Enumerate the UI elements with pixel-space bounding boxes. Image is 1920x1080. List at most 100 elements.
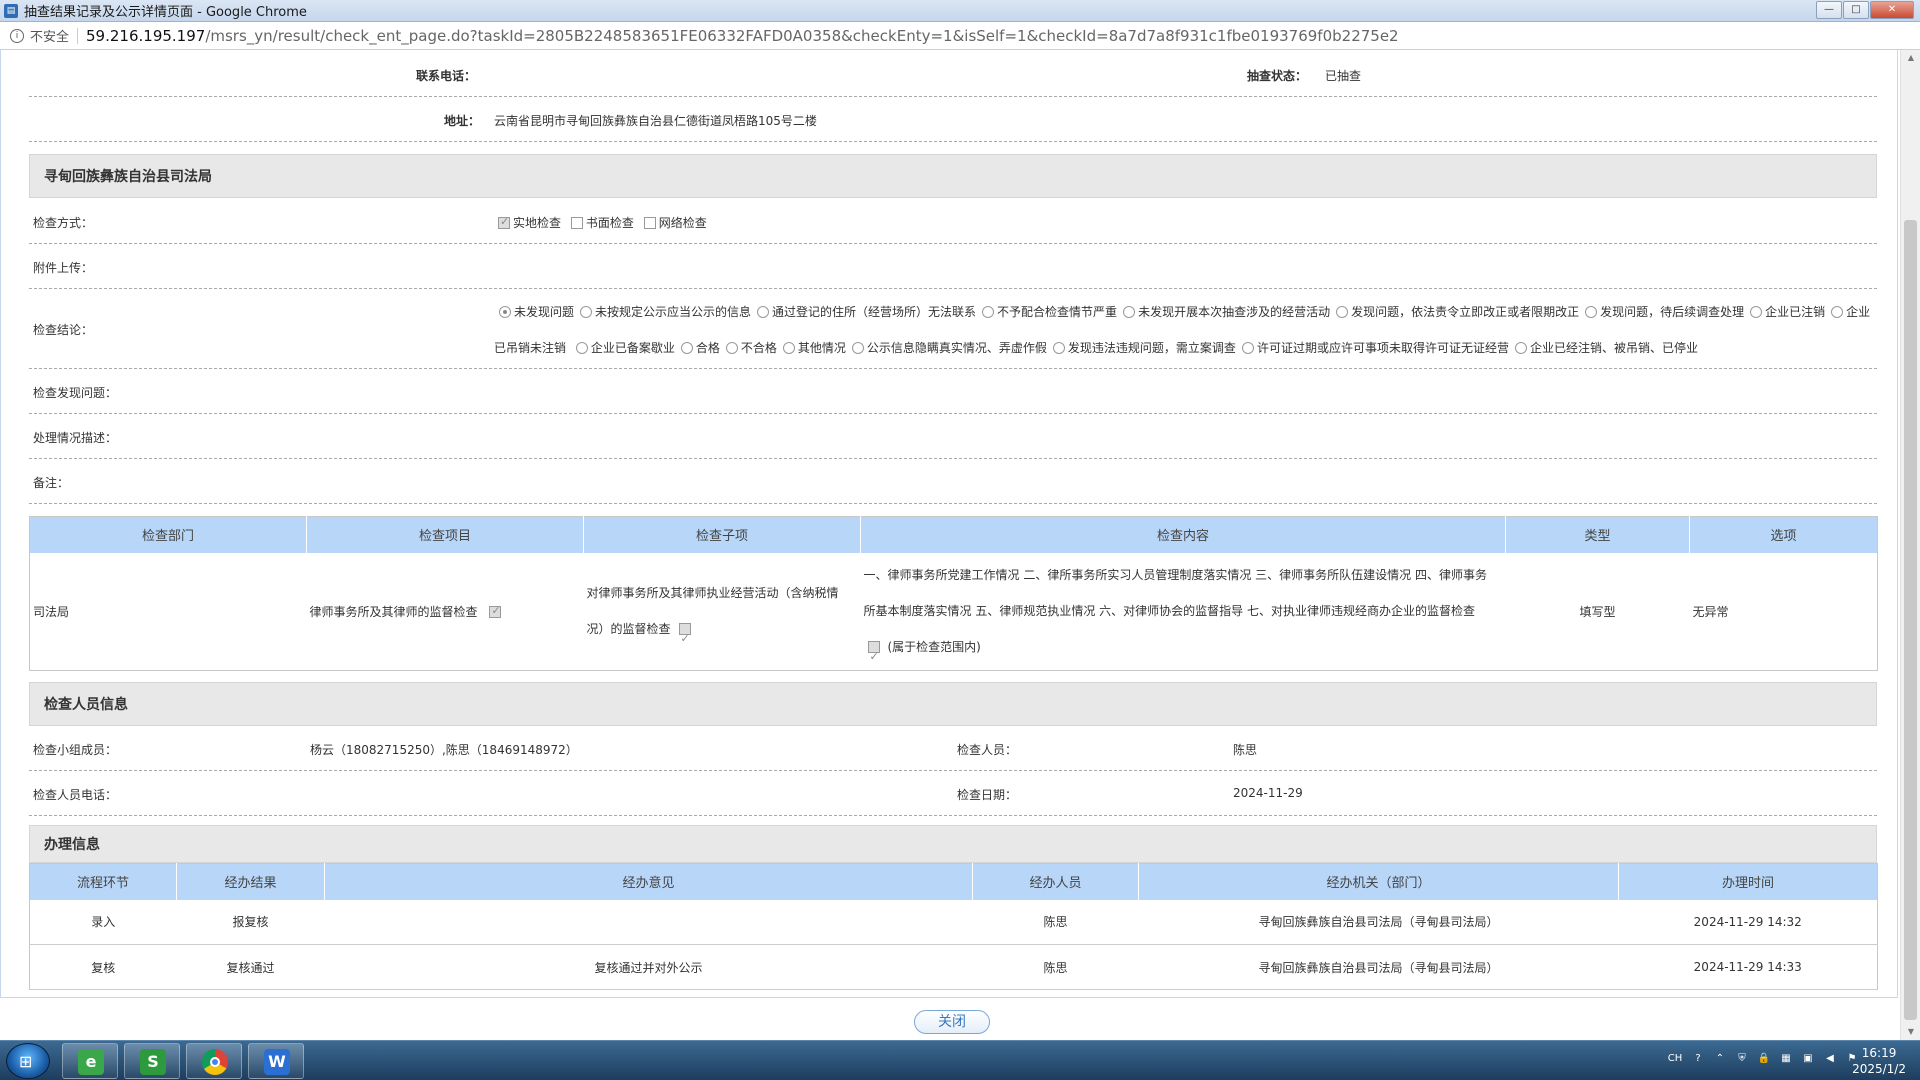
conclusion-option[interactable]: 许可证过期或应许可事项未取得许可证无证经营 [1241, 339, 1509, 356]
conclusion-option[interactable]: 合格 [680, 339, 720, 356]
wps-sheet-icon: S [140, 1049, 166, 1075]
taskbar-app-button[interactable]: W [248, 1043, 304, 1079]
conclusion-option-label: 企业已备案歇业 [590, 341, 675, 355]
cell-result: 报复核 [176, 899, 325, 945]
page-scrollbar[interactable]: ▲ ▼ [1900, 50, 1920, 1040]
conclusion-option[interactable]: 发现问题，依法责令立即改正或者限期改正 [1336, 303, 1579, 320]
radio-icon[interactable] [1052, 342, 1065, 354]
radio-icon[interactable] [1514, 342, 1527, 354]
method-online[interactable]: 网络检查 [643, 214, 707, 231]
conclusion-option[interactable]: 公示信息隐瞒真实情况、弄虚作假 [851, 339, 1047, 356]
cell-content: 一、律师事务所党建工作情况 二、律所事务所实习人员管理制度落实情况 三、律师事务… [861, 553, 1506, 675]
cell-step: 录入 [29, 899, 177, 945]
check-table-header: 检查部门 检查项目 检查子项 检查内容 类型 选项 [29, 516, 1878, 553]
radio-icon[interactable] [575, 342, 588, 354]
radio-icon[interactable] [1831, 306, 1844, 318]
address-separator [77, 27, 79, 44]
conclusion-option[interactable]: 企业已经注销、被吊销、已停业 [1514, 339, 1698, 356]
scrollbar-thumb[interactable] [1904, 220, 1917, 1020]
checkbox-checked-icon[interactable] [489, 604, 502, 618]
network-icon[interactable]: ▦ [1778, 1051, 1794, 1067]
maximize-button[interactable]: □ [1843, 1, 1869, 19]
th-content: 检查内容 [860, 516, 1506, 553]
conclusion-option[interactable]: 未发现开展本次抽查涉及的经营活动 [1123, 303, 1330, 320]
taskbar-app-button[interactable]: S [124, 1043, 180, 1079]
conclusion-option[interactable]: 不予配合检查情节严重 [982, 303, 1117, 320]
url-host[interactable]: 59.216.195.197 [86, 27, 205, 45]
checkbox-checked-icon[interactable] [867, 639, 880, 675]
handling-desc-label: 处理情况描述： [33, 431, 118, 445]
scroll-up-icon[interactable]: ▲ [1901, 50, 1920, 66]
radio-icon[interactable] [851, 342, 864, 354]
conclusion-option[interactable]: 不合格 [725, 339, 777, 356]
tray-expand-icon[interactable]: ⌃ [1712, 1051, 1728, 1067]
lock-icon[interactable]: 🔒 [1756, 1051, 1772, 1067]
language-indicator[interactable]: CH [1666, 1051, 1684, 1067]
help-icon[interactable]: ? [1690, 1051, 1706, 1067]
radio-icon[interactable] [782, 342, 795, 354]
status-value: 已抽查 [1325, 69, 1362, 83]
radio-icon[interactable] [982, 306, 995, 318]
close-window-button[interactable]: ✕ [1870, 1, 1914, 19]
remark-row: 备注： [29, 459, 1877, 504]
handling-table-header: 流程环节 经办结果 经办意见 经办人员 经办机关（部门） 办理时间 [29, 863, 1878, 900]
conclusion-option[interactable]: 其他情况 [782, 339, 846, 356]
radio-icon[interactable] [1123, 306, 1136, 318]
taskbar-clock[interactable]: 16:19 2025/1/2 [1852, 1045, 1906, 1077]
volume-icon[interactable]: ◀ [1822, 1051, 1838, 1067]
inspector-phone-row: 检查人员电话： 检查日期： 2024-11-29 [29, 771, 1877, 816]
security-app-icon[interactable]: ▣ [1800, 1051, 1816, 1067]
conclusion-option[interactable]: 发现违法违规问题，需立案调查 [1052, 339, 1236, 356]
taskbar-app-button[interactable]: e [62, 1043, 118, 1079]
conclusion-option-label: 通过登记的住所（经营场所）无法联系 [772, 305, 977, 319]
contact-row: 联系电话： 抽查状态： 已抽查 [29, 50, 1877, 97]
conclusion-option-label: 不合格 [740, 341, 777, 355]
checkbox-checked-icon[interactable] [498, 215, 510, 229]
method-onsite[interactable]: 实地检查 [498, 214, 561, 231]
department-section-header: 寻甸回族彝族自治县司法局 [29, 154, 1877, 198]
conclusion-option[interactable]: 企业 [1831, 303, 1870, 320]
th-opinion: 经办意见 [324, 863, 973, 900]
start-button[interactable]: ⊞ [6, 1043, 50, 1079]
conclusion-option[interactable]: 通过登记的住所（经营场所）无法联系 [757, 303, 976, 320]
taskbar-app-button[interactable] [186, 1043, 242, 1079]
address-label: 地址： [444, 114, 481, 128]
shield-icon[interactable]: ⛨ [1734, 1051, 1750, 1067]
close-page-button[interactable]: 关闭 [914, 1010, 990, 1034]
radio-icon[interactable] [580, 306, 593, 318]
clock-time: 16:19 [1861, 1046, 1897, 1060]
conclusion-option[interactable]: 企业已注销 [1750, 303, 1825, 320]
checkbox-icon[interactable] [570, 217, 583, 229]
radio-icon[interactable] [1585, 306, 1598, 318]
checkbox-icon[interactable] [643, 217, 656, 229]
cell-option: 无异常 [1692, 604, 1729, 619]
url-path[interactable]: /msrs_yn/result/check_ent_page.do?taskId… [205, 27, 1398, 45]
radio-icon[interactable] [1750, 306, 1763, 318]
found-row: 检查发现问题： [29, 369, 1877, 414]
conclusion-option-label: 企业已注销 [1765, 305, 1826, 319]
th-agency: 经办机关（部门） [1138, 863, 1619, 900]
security-indicator[interactable]: 不安全 [30, 26, 69, 45]
conclusion-option[interactable]: 未按规定公示应当公示的信息 [580, 303, 751, 320]
status-label: 抽查状态： [1247, 69, 1308, 83]
radio-icon[interactable] [757, 306, 770, 318]
conclusion-line2-lead: 已吊销未注销 [494, 341, 567, 355]
scroll-down-icon[interactable]: ▼ [1901, 1024, 1920, 1040]
radio-icon[interactable] [725, 342, 738, 354]
radio-icon[interactable] [1336, 306, 1349, 318]
radio-icon[interactable] [680, 342, 693, 354]
radio-selected-icon[interactable] [499, 306, 511, 318]
minimize-button[interactable]: — [1816, 1, 1842, 19]
radio-icon[interactable] [1241, 342, 1254, 354]
method-onsite-label: 实地检查 [513, 216, 562, 230]
conclusion-label: 检查结论： [33, 323, 94, 337]
conclusion-option[interactable]: 发现问题，待后续调查处理 [1585, 303, 1744, 320]
conclusion-option[interactable]: 未发现问题 [499, 303, 574, 320]
checkbox-checked-icon[interactable] [678, 621, 691, 657]
handling-section-header: 办理信息 [29, 825, 1877, 863]
cell-type: 填写型 [1579, 604, 1616, 619]
method-written[interactable]: 书面检查 [570, 214, 634, 231]
info-icon[interactable]: i [10, 28, 24, 43]
conclusion-option[interactable]: 企业已备案歇业 [575, 339, 675, 356]
address-bar[interactable]: i 不安全 59.216.195.197 /msrs_yn/result/che… [0, 22, 1920, 50]
